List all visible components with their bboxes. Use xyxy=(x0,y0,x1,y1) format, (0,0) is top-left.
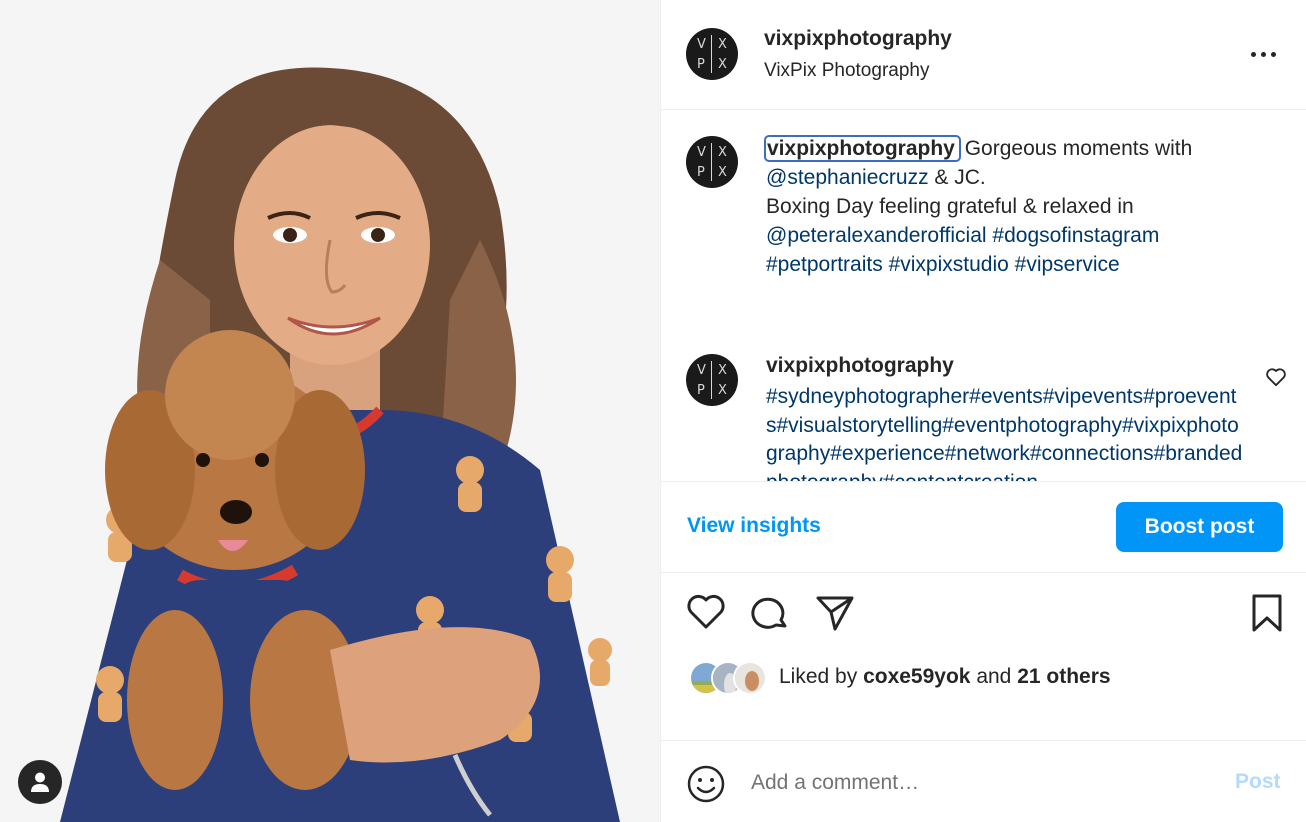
mention-link[interactable]: @peteralexanderofficial xyxy=(766,224,987,247)
avatar-letter: X xyxy=(718,383,727,398)
caption-line: Gorgeous moments with xyxy=(964,137,1193,160)
comment-bar: Post xyxy=(661,740,1306,822)
photo-illustration xyxy=(0,0,660,822)
post-header: V X P X vixpixphotography VixPix Photogr… xyxy=(661,0,1306,110)
view-insights-link[interactable]: View insights xyxy=(687,514,821,538)
comment-icon[interactable] xyxy=(750,594,790,632)
post-photo[interactable] xyxy=(0,0,660,822)
share-icon[interactable] xyxy=(815,594,855,632)
liked-by-and: and xyxy=(970,665,1018,688)
post-details-panel: V X P X vixpixphotography VixPix Photogr… xyxy=(660,0,1306,822)
liker-avatar[interactable] xyxy=(733,661,767,695)
insights-bar: View insights Boost post xyxy=(661,481,1306,573)
avatar-letter: X xyxy=(718,165,727,180)
comments-list[interactable]: V X P X vixpixphotography Gorgeous momen… xyxy=(661,111,1306,481)
heart-icon[interactable] xyxy=(686,593,726,631)
tag-user-button[interactable] xyxy=(18,760,62,804)
avatar[interactable]: V X P X xyxy=(686,136,738,188)
liked-by-prefix: Liked by xyxy=(779,665,864,688)
hashtag-link[interactable]: #vipservice xyxy=(1015,253,1120,276)
more-options-button[interactable] xyxy=(1249,44,1279,64)
comment-username[interactable]: vixpixphotography xyxy=(766,354,954,378)
avatar[interactable]: V X P X xyxy=(686,354,738,406)
more-icon xyxy=(1261,52,1266,57)
comment-input[interactable] xyxy=(751,763,1191,803)
user-tag-icon xyxy=(31,772,49,792)
hashtag-link[interactable]: #petportraits xyxy=(766,253,883,276)
emoji-icon[interactable] xyxy=(687,765,725,803)
caption-line: & JC. xyxy=(928,166,986,189)
boost-post-button[interactable]: Boost post xyxy=(1116,502,1283,552)
post-actions xyxy=(661,590,1306,640)
hashtag-link[interactable]: #dogsofinstagram xyxy=(992,224,1159,247)
avatar-divider xyxy=(711,361,712,399)
avatar-letter: P xyxy=(697,57,705,72)
avatar-letter: V xyxy=(697,363,706,378)
avatar-letter: X xyxy=(718,57,727,72)
comment-like-icon[interactable] xyxy=(1265,367,1287,387)
comment-hashtags[interactable]: #sydneyphotographer#events#vipevents#pro… xyxy=(766,383,1244,481)
avatar-divider xyxy=(711,35,712,73)
liker-username[interactable]: coxe59yok xyxy=(863,665,970,688)
avatar[interactable]: V X P X xyxy=(686,28,738,80)
avatar-letter: X xyxy=(718,363,727,378)
post-location[interactable]: VixPix Photography xyxy=(764,60,929,82)
caption-line: Boxing Day feeling grateful & relaxed in xyxy=(766,195,1134,218)
avatar-letter: V xyxy=(697,37,706,52)
avatar-letter: V xyxy=(697,145,706,160)
avatar-letter: P xyxy=(697,383,705,398)
avatar-letter: X xyxy=(718,37,727,52)
more-icon xyxy=(1271,52,1276,57)
caption-text: vixpixphotography Gorgeous moments with @… xyxy=(764,134,1266,279)
avatar-divider xyxy=(711,143,712,181)
post-comment-button[interactable]: Post xyxy=(1235,770,1281,794)
liked-by-text[interactable]: Liked by coxe59yok and 21 others xyxy=(779,665,1111,689)
avatar-letter: P xyxy=(697,165,705,180)
avatar-letter: X xyxy=(718,145,727,160)
liked-others-count[interactable]: 21 others xyxy=(1017,665,1110,688)
more-icon xyxy=(1251,52,1256,57)
hashtag-link[interactable]: #vixpixstudio xyxy=(889,253,1009,276)
post-username[interactable]: vixpixphotography xyxy=(764,27,952,51)
caption-username[interactable]: vixpixphotography xyxy=(764,135,961,162)
bookmark-icon[interactable] xyxy=(1251,593,1283,633)
mention-link[interactable]: @stephaniecruzz xyxy=(766,166,929,189)
